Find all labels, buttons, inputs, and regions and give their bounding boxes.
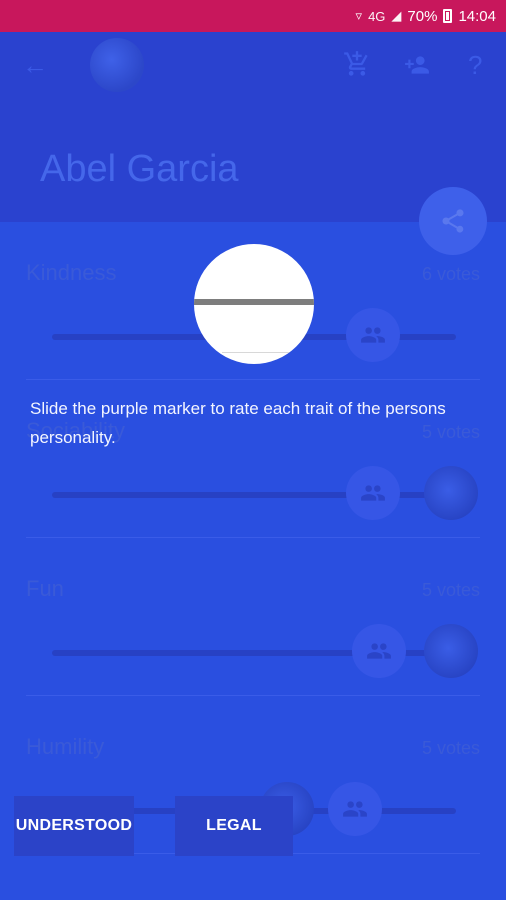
page-title: Abel Garcia <box>40 148 239 190</box>
trait-label: Kindness <box>26 260 117 285</box>
spotlight-divider <box>222 352 314 353</box>
clock: 14:04 <box>458 7 496 25</box>
trait-label: Humility <box>26 734 105 759</box>
profile-header: ← ? Abel Garcia <box>0 32 506 222</box>
tutorial-hint: Slide the purple marker to rate each tra… <box>30 399 446 447</box>
group-average-marker <box>328 782 382 836</box>
group-icon <box>343 801 367 817</box>
trait-label: Fun <box>26 576 64 601</box>
vote-count: 5 votes <box>421 580 480 600</box>
app-screen: ← ? Abel Garcia Kindness 6 votes Sociabi… <box>0 32 506 900</box>
person-add-icon[interactable] <box>402 52 432 82</box>
list-item: Fun 5 votes <box>0 538 506 696</box>
group-average-marker <box>346 308 400 362</box>
vote-count: 5 votes <box>421 738 480 758</box>
spotlight-slider-track <box>194 299 314 305</box>
understood-button[interactable]: UNDERSTOOD <box>14 796 134 856</box>
group-average-marker <box>352 624 406 678</box>
group-icon <box>361 485 385 501</box>
user-rating-marker[interactable] <box>424 466 478 520</box>
network-type: 4G <box>368 8 386 24</box>
battery-icon <box>443 9 453 23</box>
help-icon[interactable]: ? <box>468 52 482 78</box>
battery-percent: 70% <box>407 7 438 25</box>
cart-add-icon[interactable] <box>343 50 371 82</box>
vote-count: 6 votes <box>421 264 480 284</box>
legal-button[interactable]: LEGAL <box>175 796 293 856</box>
group-average-marker <box>346 466 400 520</box>
avatar[interactable] <box>90 38 144 92</box>
tutorial-spotlight <box>194 244 314 364</box>
signal-icon: ◢ <box>391 8 402 23</box>
wifi-icon: ▿ <box>355 8 363 23</box>
status-bar: ▿ 4G ◢ 70% 14:04 <box>0 0 506 32</box>
user-rating-marker[interactable] <box>424 624 478 678</box>
group-icon <box>361 327 385 343</box>
group-icon <box>367 643 391 659</box>
toolbar: ← ? <box>0 32 506 98</box>
back-arrow-icon[interactable]: ← <box>22 52 48 78</box>
